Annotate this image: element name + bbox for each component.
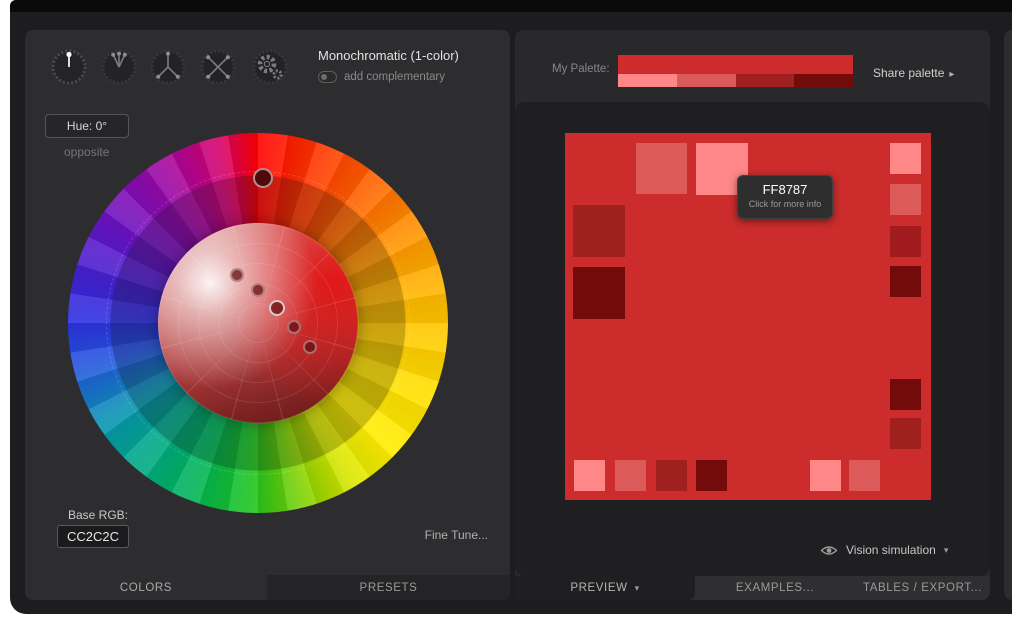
app-window: Monochromatic (1-color) add complementar… [10,0,1012,614]
tab-preview-label: PREVIEW [570,582,627,594]
cut-off-panel-edge [1004,30,1012,600]
add-complementary-label: add complementary [344,71,445,83]
opposite-link[interactable]: opposite [64,145,109,159]
vision-simulation-label: Vision simulation [846,543,936,557]
scheme-title: Monochromatic (1-color) [318,48,459,63]
palette-strip[interactable] [618,55,853,87]
tab-colors[interactable]: COLORS [25,575,267,600]
base-rgb-label: Base RGB: [68,508,128,522]
vision-simulation-button[interactable]: Vision simulation ▾ [820,543,948,557]
preview-swatch[interactable] [890,226,921,257]
preview-swatch[interactable] [849,460,880,491]
triad-scheme-knob-icon[interactable] [148,47,188,87]
color-tooltip: FF8787 Click for more info [737,175,833,219]
preview-swatch[interactable] [890,143,921,174]
base-rgb-input[interactable] [57,525,129,548]
caret-down-icon: ▾ [635,583,640,594]
palette-variant-swatch[interactable] [736,74,795,87]
preview-box[interactable]: FF8787 Click for more info [565,133,931,500]
scheme-color-dot[interactable] [287,320,301,334]
scheme-color-dot[interactable] [230,268,244,282]
toggle-pill-icon [318,71,337,83]
preview-swatch[interactable] [890,418,921,449]
preview-swatch[interactable] [636,143,687,194]
tab-examples[interactable]: EXAMPLES... [695,576,855,600]
disc-polar-grid [158,223,358,423]
preview-swatch[interactable] [890,379,921,410]
palette-base-swatch[interactable] [618,55,853,74]
window-top-bar [10,0,1012,12]
freestyle-scheme-gear-icon[interactable] [250,47,290,87]
scheme-color-dot[interactable] [251,283,265,297]
tab-presets[interactable]: PRESETS [267,575,510,600]
my-palette-label: My Palette: [552,63,610,75]
preview-swatch[interactable] [615,460,646,491]
monochromatic-scheme-knob-icon[interactable] [49,47,89,87]
share-palette-link[interactable]: Share palette ▸ [873,66,954,80]
fine-tune-link[interactable]: Fine Tune... [425,528,488,542]
tooltip-subtitle: Click for more info [738,199,832,209]
adjacent-scheme-knob-icon[interactable] [99,47,139,87]
hue-value-button[interactable]: Hue: 0° [45,114,129,138]
preview-swatch[interactable] [574,460,605,491]
saturation-brightness-disc[interactable] [158,223,358,423]
preview-swatch[interactable] [573,205,625,257]
preview-panel: My Palette: Share palette ▸ FF8787 Click … [515,30,990,600]
tetrad-scheme-knob-icon[interactable] [198,47,238,87]
preview-swatch[interactable] [810,460,841,491]
scheme-color-dot[interactable] [303,340,317,354]
preview-swatch[interactable] [573,267,625,319]
preview-swatch[interactable] [890,266,921,297]
scheme-panel: Monochromatic (1-color) add complementar… [25,30,510,600]
tooltip-hex-value: FF8787 [738,182,832,197]
preview-swatch[interactable] [656,460,687,491]
palette-variant-swatch[interactable] [794,74,853,87]
share-palette-label: Share palette [873,66,944,80]
palette-variant-swatch[interactable] [677,74,736,87]
hue-marker-handle[interactable] [253,168,273,188]
palette-variants [618,74,853,87]
left-tab-bar: COLORS PRESETS [25,575,510,600]
eye-icon [820,545,838,556]
tab-tables-export[interactable]: TABLES / EXPORT... [855,576,990,600]
inactive-tabs-strip: EXAMPLES... TABLES / EXPORT... [695,576,990,600]
right-tab-bar: PREVIEW ▾ EXAMPLES... TABLES / EXPORT... [515,576,990,600]
preview-swatch[interactable] [696,460,727,491]
caret-right-icon: ▸ [949,69,954,80]
caret-down-icon: ▾ [944,545,949,556]
tab-preview[interactable]: PREVIEW ▾ [515,576,695,600]
scheme-color-dot-main[interactable] [269,300,285,316]
preview-swatch[interactable] [890,184,921,215]
preview-container: FF8787 Click for more info Vision simula… [515,102,990,576]
add-complementary-toggle[interactable]: add complementary [318,71,445,83]
palette-variant-swatch[interactable] [618,74,677,87]
